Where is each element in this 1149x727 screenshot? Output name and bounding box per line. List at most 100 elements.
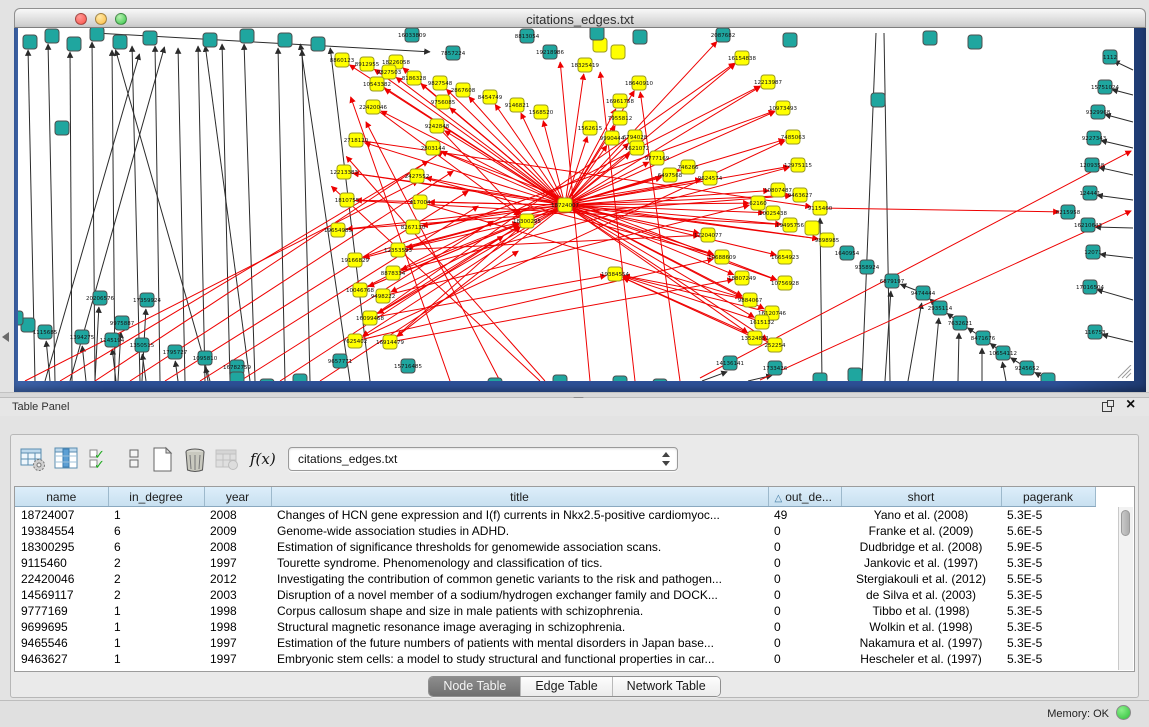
close-panel-icon[interactable]: ×: [1126, 396, 1135, 414]
graph-node[interactable]: [90, 28, 104, 41]
table-row[interactable]: 2242004622012Investigating the contribut…: [15, 571, 1095, 587]
column-header-in_degree[interactable]: in_degree: [108, 487, 204, 507]
cell-year[interactable]: 2008: [204, 507, 271, 524]
cell-pagerank[interactable]: 5.3E-5: [1001, 619, 1095, 635]
delete-table-icon[interactable]: [182, 446, 208, 474]
cell-name[interactable]: 19384554: [15, 523, 108, 539]
cell-name[interactable]: 18724007: [15, 507, 108, 524]
select-rows-icon[interactable]: ✓✓: [88, 446, 114, 474]
graph-node[interactable]: [590, 28, 604, 40]
cell-short[interactable]: de Silva et al. (2003): [841, 587, 1001, 603]
cell-in_degree[interactable]: 6: [108, 539, 204, 555]
graph-node-selected[interactable]: [805, 221, 819, 235]
cell-in_degree[interactable]: 1: [108, 619, 204, 635]
cell-short[interactable]: Dudbridge et al. (2008): [841, 539, 1001, 555]
table-row[interactable]: 1938455462009Genome-wide association stu…: [15, 523, 1095, 539]
node-table-grid[interactable]: namein_degreeyeartitle△out_de...shortpag…: [15, 487, 1096, 667]
graph-node[interactable]: [55, 121, 69, 135]
cell-pagerank[interactable]: 5.5E-5: [1001, 571, 1095, 587]
float-panel-icon[interactable]: [1102, 402, 1112, 412]
resize-grip-icon[interactable]: [1116, 365, 1132, 379]
graph-node[interactable]: [230, 372, 244, 381]
cell-in_degree[interactable]: 1: [108, 507, 204, 524]
tab-network-table[interactable]: Network Table: [613, 677, 720, 696]
cell-title[interactable]: Structural magnetic resonance image aver…: [271, 619, 768, 635]
cell-year[interactable]: 1997: [204, 635, 271, 651]
cell-out_degree[interactable]: 0: [768, 523, 841, 539]
cell-pagerank[interactable]: 5.3E-5: [1001, 507, 1095, 524]
column-header-out_de[interactable]: △out_de...: [768, 487, 841, 507]
graph-node[interactable]: [1041, 373, 1055, 381]
table-row[interactable]: 1456911722003Disruption of a novel membe…: [15, 587, 1095, 603]
column-header-year[interactable]: year: [204, 487, 271, 507]
cell-title[interactable]: Genome-wide association studies in ADHD.: [271, 523, 768, 539]
memory-status-indicator[interactable]: [1116, 705, 1131, 720]
cell-year[interactable]: 1998: [204, 603, 271, 619]
table-row[interactable]: 969969511998Structural magnetic resonanc…: [15, 619, 1095, 635]
function-builder-icon[interactable]: f(x): [250, 450, 276, 478]
cell-pagerank[interactable]: 5.3E-5: [1001, 635, 1095, 651]
cell-pagerank[interactable]: 5.9E-5: [1001, 539, 1095, 555]
column-header-short[interactable]: short: [841, 487, 1001, 507]
cell-year[interactable]: 2009: [204, 523, 271, 539]
cell-title[interactable]: Investigating the contribution of common…: [271, 571, 768, 587]
graph-node[interactable]: [18, 311, 23, 325]
cell-short[interactable]: Franke et al. (2009): [841, 523, 1001, 539]
cell-out_degree[interactable]: 0: [768, 571, 841, 587]
collapse-panel-arrow-icon[interactable]: [2, 332, 9, 342]
cell-pagerank[interactable]: 5.3E-5: [1001, 587, 1095, 603]
cell-short[interactable]: Stergiakouli et al. (2012): [841, 571, 1001, 587]
cell-in_degree[interactable]: 2: [108, 571, 204, 587]
cell-year[interactable]: 2012: [204, 571, 271, 587]
network-selector-dropdown[interactable]: citations_edges.txt: [288, 447, 678, 471]
graph-node[interactable]: [311, 37, 325, 51]
cell-name[interactable]: 9777169: [15, 603, 108, 619]
cell-name[interactable]: 9463627: [15, 651, 108, 667]
column-header-pagerank[interactable]: pagerank: [1001, 487, 1095, 507]
table-row[interactable]: 977716911998Corpus callosum shape and si…: [15, 603, 1095, 619]
cell-pagerank[interactable]: 5.3E-5: [1001, 651, 1095, 667]
cell-in_degree[interactable]: 1: [108, 635, 204, 651]
cell-in_degree[interactable]: 6: [108, 523, 204, 539]
graph-node[interactable]: [653, 379, 667, 381]
graph-node[interactable]: [848, 368, 862, 381]
cell-title[interactable]: Changes of HCN gene expression and I(f) …: [271, 507, 768, 524]
cell-pagerank[interactable]: 5.3E-5: [1001, 603, 1095, 619]
graph-node[interactable]: [45, 29, 59, 43]
graph-node[interactable]: [143, 31, 157, 45]
cell-in_degree[interactable]: 1: [108, 651, 204, 667]
graph-node[interactable]: [553, 375, 567, 381]
cell-out_degree[interactable]: 0: [768, 587, 841, 603]
cell-name[interactable]: 18300295: [15, 539, 108, 555]
graph-node[interactable]: [23, 35, 37, 49]
graph-node[interactable]: [488, 378, 502, 381]
graph-node-selected[interactable]: [611, 45, 625, 59]
cell-title[interactable]: Corpus callosum shape and size in male p…: [271, 603, 768, 619]
cell-name[interactable]: 22420046: [15, 571, 108, 587]
graph-node[interactable]: [260, 379, 274, 381]
column-header-name[interactable]: name: [15, 487, 108, 507]
cell-short[interactable]: Wolkin et al. (1998): [841, 619, 1001, 635]
cell-title[interactable]: Tourette syndrome. Phenomenology and cla…: [271, 555, 768, 571]
graph-node[interactable]: [67, 37, 81, 51]
cell-name[interactable]: 9699695: [15, 619, 108, 635]
cell-out_degree[interactable]: 0: [768, 619, 841, 635]
graph-node[interactable]: [923, 31, 937, 45]
cell-name[interactable]: 9465546: [15, 635, 108, 651]
network-window-titlebar[interactable]: citations_edges.txt: [14, 8, 1146, 28]
network-graph[interactable]: 1872400718300295193845548860123891295518…: [18, 28, 1134, 381]
cell-short[interactable]: Hescheler et al. (1997): [841, 651, 1001, 667]
table-row[interactable]: 911546021997Tourette syndrome. Phenomeno…: [15, 555, 1095, 571]
cell-out_degree[interactable]: 0: [768, 603, 841, 619]
graph-node[interactable]: [293, 374, 307, 381]
cell-pagerank[interactable]: 5.6E-5: [1001, 523, 1095, 539]
cell-title[interactable]: Estimation of the future numbers of pati…: [271, 635, 768, 651]
graph-node[interactable]: [240, 29, 254, 43]
network-canvas[interactable]: 1872400718300295193845548860123891295518…: [18, 28, 1134, 381]
column-header-title[interactable]: title: [271, 487, 768, 507]
cell-title[interactable]: Estimation of significance thresholds fo…: [271, 539, 768, 555]
graph-node[interactable]: [633, 30, 647, 44]
cell-short[interactable]: Yano et al. (2008): [841, 507, 1001, 524]
cell-short[interactable]: Tibbo et al. (1998): [841, 603, 1001, 619]
table-row[interactable]: 1872400712008Changes of HCN gene express…: [15, 507, 1095, 524]
